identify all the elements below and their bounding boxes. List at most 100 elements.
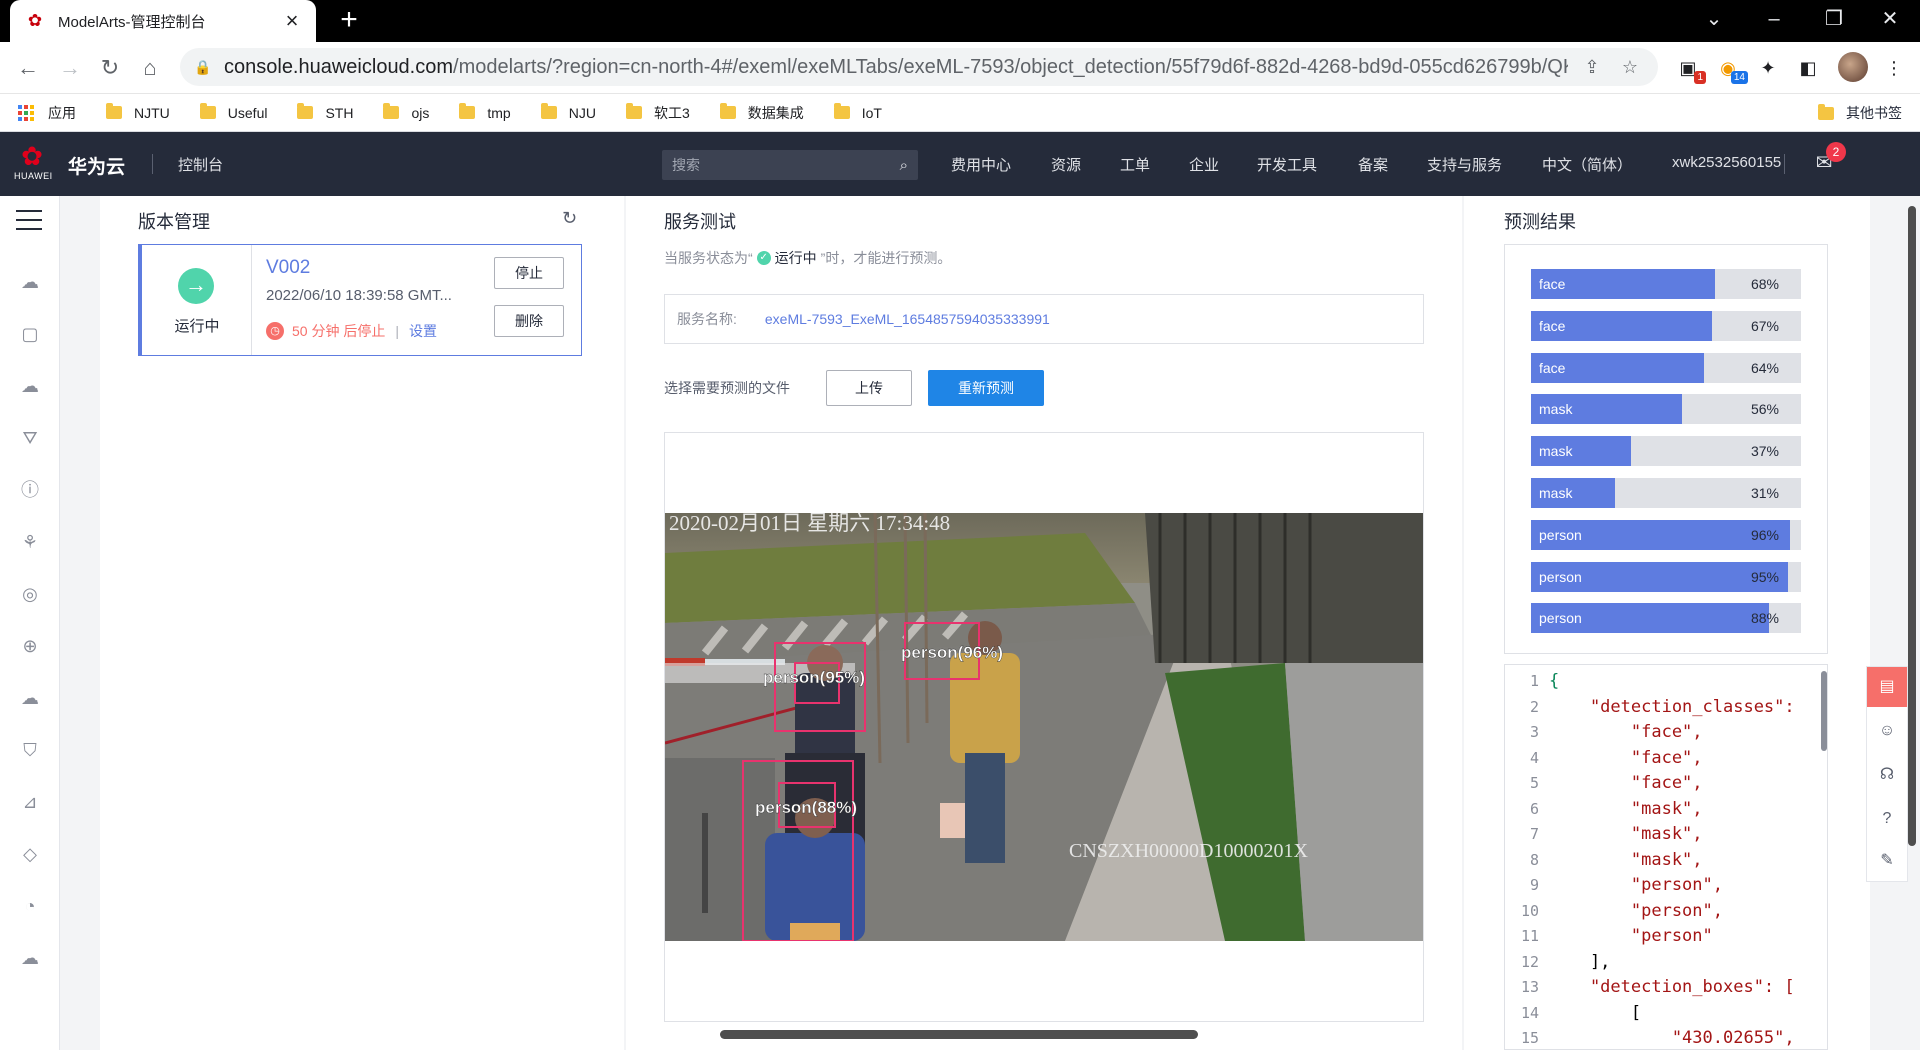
folder-icon — [199, 103, 216, 119]
monitor-icon[interactable]: ◔ — [16, 892, 44, 920]
bookmark-folder[interactable]: NJU — [540, 103, 596, 121]
back-arrow-icon[interactable]: ← — [10, 50, 46, 86]
share-icon[interactable]: ⇪ — [1578, 57, 1606, 78]
bookmark-label: 应用 — [48, 104, 76, 121]
home-icon[interactable]: ⌂ — [132, 50, 168, 86]
tab-search-icon[interactable]: ⌄ — [1684, 0, 1744, 38]
json-scrollbar[interactable] — [1821, 671, 1827, 751]
version-status-block: → 运行中 — [142, 245, 252, 355]
puzzle-extensions-icon[interactable]: ✦ — [1752, 52, 1784, 84]
bookmark-folder[interactable]: 数据集成 — [719, 103, 804, 123]
smiley-icon[interactable]: ☺ — [1867, 711, 1907, 751]
json-line: ], — [1549, 951, 1611, 972]
browser-tab[interactable]: ✿ ModelArts-管理控制台 × — [10, 0, 316, 42]
customer-service-icon[interactable]: ☊ — [1867, 755, 1907, 795]
cluster-icon[interactable]: ⚘ — [16, 528, 44, 556]
bookmark-folder[interactable]: Useful — [199, 103, 267, 121]
prediction-class: mask — [1539, 443, 1573, 460]
nav-enterprise[interactable]: 企业 — [1189, 154, 1219, 175]
document-icon[interactable]: ▢ — [16, 320, 44, 348]
rss-extension-icon[interactable]: ◉ 14 — [1712, 52, 1748, 84]
version-name[interactable]: V002 — [266, 257, 310, 279]
ip-icon[interactable]: ⓘ — [16, 476, 44, 504]
reload-icon[interactable]: ↻ — [92, 50, 128, 86]
url-host: console.huaweicloud.com — [224, 55, 454, 78]
file-select-label: 选择需要预测的文件 — [664, 380, 790, 396]
bookmark-folder[interactable]: tmp — [459, 103, 511, 121]
nav-resources[interactable]: 资源 — [1051, 154, 1081, 175]
json-line: { — [1549, 671, 1560, 691]
header-search-input[interactable] — [672, 157, 900, 173]
console-link[interactable]: 控制台 — [178, 154, 223, 175]
box-label-person-95: person(95%) — [763, 668, 865, 687]
url-text[interactable]: console.huaweicloud.com/modelarts/?regio… — [224, 56, 1568, 79]
box-label-person-88: person(88%) — [755, 798, 857, 817]
nav-support[interactable]: 支持与服务 — [1427, 154, 1502, 175]
bookmark-folder[interactable]: 软工3 — [625, 103, 690, 123]
diamond-icon[interactable]: ◇ — [16, 840, 44, 868]
nav-username[interactable]: xwk2532560155 — [1672, 154, 1781, 171]
page-scrollbar[interactable] — [1908, 206, 1916, 1046]
profile-avatar[interactable] — [1838, 52, 1868, 82]
upload-button[interactable]: 上传 — [826, 370, 912, 406]
horizontal-scrollbar[interactable] — [720, 1030, 1198, 1039]
prediction-bars: face 68% face 67% face 64% mask 56% mask 37% mask 3… — [1504, 244, 1828, 654]
new-tab-button[interactable]: + — [332, 4, 366, 38]
brand-name[interactable]: 华为云 — [68, 152, 125, 179]
huawei-favicon-icon: ✿ — [27, 11, 43, 30]
repredict-button[interactable]: 重新预测 — [928, 370, 1044, 406]
search-icon[interactable]: ⌕ — [900, 157, 908, 174]
nav-billing[interactable]: 费用中心 — [951, 154, 1011, 175]
nav-icp-filing[interactable]: 备案 — [1358, 154, 1388, 175]
nav-dev-tools[interactable]: 开发工具 — [1257, 154, 1317, 175]
network-icon[interactable]: ⊕ — [16, 632, 44, 660]
sail-icon[interactable]: ⛛ — [16, 424, 44, 452]
header-search[interactable]: ⌕ — [662, 150, 918, 180]
cloud-upload-icon[interactable]: ☁ — [16, 372, 44, 400]
json-line: "detection_boxes": [ — [1549, 977, 1795, 997]
chart-icon[interactable]: ⊿ — [16, 788, 44, 816]
prediction-score: 31% — [1750, 485, 1779, 501]
line-number: 4 — [1529, 748, 1539, 767]
cloud-storage-icon[interactable]: ☁ — [16, 944, 44, 972]
page-scrollbar-thumb[interactable] — [1908, 206, 1916, 846]
restore-button[interactable]: ❐ — [1804, 0, 1864, 38]
bookmark-folder[interactable]: ojs — [383, 103, 429, 121]
prediction-json-viewer[interactable]: 1 {2 "detection_classes": 3 "face", 4 "face… — [1504, 664, 1828, 1050]
json-line: "person" — [1549, 926, 1713, 946]
prediction-class: person — [1539, 610, 1582, 627]
menu-hamburger-icon[interactable] — [16, 210, 42, 232]
refresh-icon[interactable]: ↻ — [562, 208, 577, 229]
bookmark-star-icon[interactable]: ☆ — [1616, 57, 1644, 78]
browser-menu-icon[interactable]: ⋮ — [1878, 52, 1910, 84]
side-panel-icon[interactable]: ◧ — [1792, 52, 1824, 84]
bookmark-folder[interactable]: NJTU — [106, 103, 170, 121]
huawei-logo[interactable]: ✿ HUAWEI — [14, 142, 52, 186]
settings-link[interactable]: 设置 — [409, 321, 437, 341]
bookmark-apps[interactable]: 应用 — [18, 103, 76, 123]
help-icon[interactable]: ? — [1867, 799, 1907, 839]
bookmark-folder[interactable]: IoT — [833, 103, 882, 121]
minimize-button[interactable]: – — [1744, 0, 1804, 38]
version-card[interactable]: → 运行中 V002 2022/06/10 18:39:58 GMT... ◷ … — [138, 244, 582, 356]
stop-button[interactable]: 停止 — [494, 257, 564, 289]
delete-button[interactable]: 删除 — [494, 305, 564, 337]
globe-icon[interactable]: ◎ — [16, 580, 44, 608]
service-name-value[interactable]: exeML-7593_ExeML_1654857594035333991 — [765, 311, 1050, 327]
bookmark-folder[interactable]: STH — [297, 103, 353, 121]
close-window-button[interactable]: ✕ — [1860, 0, 1920, 38]
shield-icon[interactable]: ⛉ — [16, 736, 44, 764]
line-number: 8 — [1529, 850, 1539, 869]
notes-icon[interactable]: ✎ — [1867, 841, 1907, 881]
forward-arrow-icon[interactable]: → — [52, 50, 88, 86]
cloud-dots-icon[interactable]: ☁ — [16, 684, 44, 712]
version-status: 运行中 — [174, 318, 220, 335]
feedback-chat-icon[interactable]: ▤ — [1867, 667, 1907, 707]
other-bookmarks[interactable]: 其他书签 — [1818, 94, 1902, 132]
close-tab-icon[interactable]: × — [282, 8, 302, 34]
nav-language[interactable]: 中文（简体） — [1542, 154, 1632, 175]
address-bar[interactable]: 🔒 console.huaweicloud.com/modelarts/?reg… — [180, 48, 1658, 86]
nav-tickets[interactable]: 工单 — [1120, 154, 1150, 175]
extension-icon[interactable]: ▣ 1 — [1672, 52, 1706, 84]
cloud-icon[interactable]: ☁ — [16, 268, 44, 296]
